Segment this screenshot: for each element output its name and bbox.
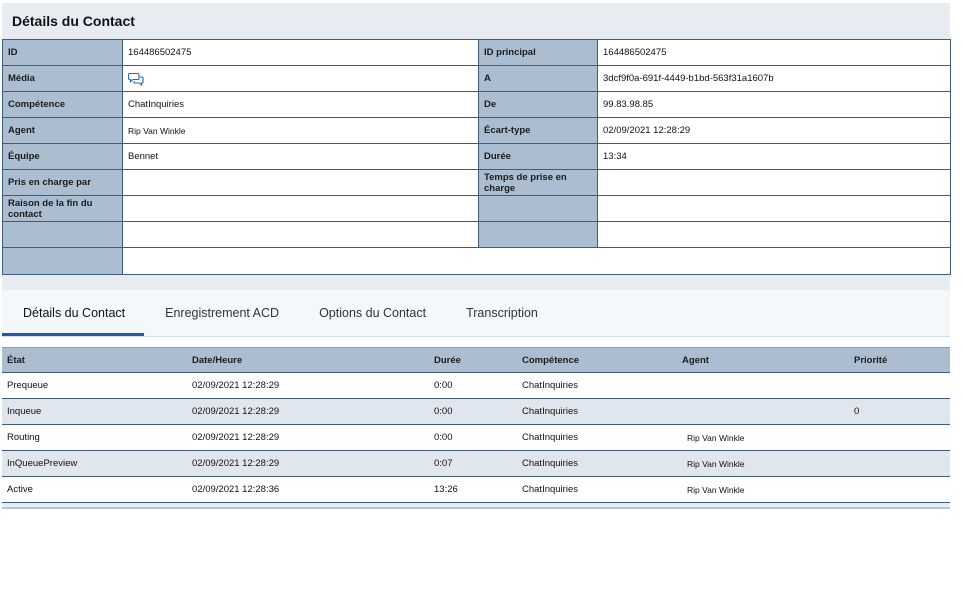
tab-acd-recording[interactable]: Enregistrement ACD	[144, 290, 298, 336]
label-id: ID	[2, 39, 123, 66]
cell-duration: 13:26	[429, 476, 517, 503]
value-deviation: 02/09/2021 12:28:29	[597, 117, 951, 144]
col-header-state[interactable]: État	[2, 347, 187, 373]
cell-skill: ChatInquiries	[517, 450, 682, 477]
tab-contact-options[interactable]: Options du Contact	[298, 290, 445, 336]
tab-bar: Détails du Contact Enregistrement ACD Op…	[2, 290, 950, 337]
value-principal-id: 164486502475	[597, 39, 951, 66]
cell-skill: ChatInquiries	[517, 372, 682, 399]
value-to: 3dcf9f0a-691f-4449-b1bd-563f31a1607b	[597, 65, 951, 92]
cell-agent: Rip Van Winkle	[682, 450, 849, 477]
label-deviation: Écart-type	[478, 117, 598, 144]
cell-agent: Rip Van Winkle	[682, 476, 849, 503]
cell-priority	[849, 476, 950, 503]
info-row-skill: Compétence ChatInquiries De 99.83.98.85	[2, 91, 951, 118]
value-empty-a	[597, 195, 951, 222]
table-row[interactable]: InQueuePreview 02/09/2021 12:28:29 0:07 …	[2, 450, 950, 477]
table-row[interactable]: Prequeue 02/09/2021 12:28:29 0:00 ChatIn…	[2, 372, 950, 399]
col-header-datetime[interactable]: Date/Heure	[187, 347, 429, 373]
cell-priority: 0	[849, 398, 950, 425]
label-end-reason: Raison de la fin du contact	[2, 195, 123, 222]
info-row-id: ID 164486502475 ID principal 16448650247…	[2, 39, 951, 66]
cell-skill: ChatInquiries	[517, 476, 682, 503]
cell-priority	[849, 424, 950, 451]
info-row-handled-by: Pris en charge par Temps de prise en cha…	[2, 169, 951, 196]
contact-info-table: ID 164486502475 ID principal 16448650247…	[2, 39, 951, 275]
value-empty-d	[122, 247, 951, 275]
info-row-empty-2	[2, 247, 951, 275]
cell-datetime: 02/09/2021 12:28:29	[187, 398, 429, 425]
cell-state: Routing	[2, 424, 187, 451]
label-empty-d	[2, 247, 123, 275]
table-header-row: État Date/Heure Durée Compétence Agent P…	[2, 347, 950, 373]
cell-priority	[849, 372, 950, 399]
col-header-agent[interactable]: Agent	[682, 347, 849, 373]
label-duration: Durée	[478, 143, 598, 170]
value-duration: 13:34	[597, 143, 951, 170]
cell-agent: Rip Van Winkle	[682, 424, 849, 451]
cell-state: Active	[2, 476, 187, 503]
label-handled-by: Pris en charge par	[2, 169, 123, 196]
value-skill: ChatInquiries	[122, 91, 479, 118]
table-gap	[2, 337, 950, 347]
label-from: De	[478, 91, 598, 118]
table-row[interactable]: Active 02/09/2021 12:28:36 13:26 ChatInq…	[2, 476, 950, 503]
cell-agent	[682, 372, 849, 399]
label-skill: Compétence	[2, 91, 123, 118]
cell-state: InQueuePreview	[2, 450, 187, 477]
cell-state: Inqueue	[2, 398, 187, 425]
cell-datetime: 02/09/2021 12:28:36	[187, 476, 429, 503]
value-media	[122, 65, 479, 92]
tab-contact-details[interactable]: Détails du Contact	[2, 290, 145, 336]
cell-datetime: 02/09/2021 12:28:29	[187, 450, 429, 477]
tab-transcription[interactable]: Transcription	[445, 290, 557, 336]
value-id: 164486502475	[122, 39, 479, 66]
cell-skill: ChatInquiries	[517, 398, 682, 425]
value-team: Bennet	[122, 143, 479, 170]
value-handled-by	[122, 169, 479, 196]
cell-datetime: 02/09/2021 12:28:29	[187, 372, 429, 399]
cell-duration: 0:00	[429, 398, 517, 425]
value-empty-b	[122, 221, 479, 248]
cell-duration: 0:07	[429, 450, 517, 477]
cell-datetime: 02/09/2021 12:28:29	[187, 424, 429, 451]
value-handle-time	[597, 169, 951, 196]
info-row-end-reason: Raison de la fin du contact	[2, 195, 951, 222]
cell-duration: 0:00	[429, 424, 517, 451]
state-history-table: État Date/Heure Durée Compétence Agent P…	[2, 347, 950, 503]
label-agent: Agent	[2, 117, 123, 144]
label-handle-time: Temps de prise en charge	[478, 169, 598, 196]
label-team: Équipe	[2, 143, 123, 170]
panel-title: Détails du Contact	[2, 3, 950, 39]
table-row[interactable]: Routing 02/09/2021 12:28:29 0:00 ChatInq…	[2, 424, 950, 451]
chat-bubbles-icon	[127, 72, 144, 86]
cell-priority	[849, 450, 950, 477]
info-row-agent: Agent Rip Van Winkle Écart-type 02/09/20…	[2, 117, 951, 144]
col-header-skill[interactable]: Compétence	[517, 347, 682, 373]
label-to: A	[478, 65, 598, 92]
cell-state: Prequeue	[2, 372, 187, 399]
col-header-duration[interactable]: Durée	[429, 347, 517, 373]
info-row-team: Équipe Bennet Durée 13:34	[2, 143, 951, 170]
cell-agent	[682, 398, 849, 425]
value-from: 99.83.98.85	[597, 91, 951, 118]
label-empty-c	[478, 221, 598, 248]
col-header-priority[interactable]: Priorité	[849, 347, 950, 373]
label-empty-a	[478, 195, 598, 222]
label-principal-id: ID principal	[478, 39, 598, 66]
cell-duration: 0:00	[429, 372, 517, 399]
info-row-media: Média A 3dcf9f0a-691f-4449-b1bd-563f31a1…	[2, 65, 951, 92]
value-agent: Rip Van Winkle	[122, 117, 479, 144]
contact-details-panel: Détails du Contact ID 164486502475 ID pr…	[2, 3, 951, 509]
section-gap	[2, 275, 950, 290]
table-row[interactable]: Inqueue 02/09/2021 12:28:29 0:00 ChatInq…	[2, 398, 950, 425]
cell-skill: ChatInquiries	[517, 424, 682, 451]
label-empty-b	[2, 221, 123, 248]
info-row-empty-1	[2, 221, 951, 248]
label-media: Média	[2, 65, 123, 92]
value-end-reason	[122, 195, 479, 222]
value-empty-c	[597, 221, 951, 248]
